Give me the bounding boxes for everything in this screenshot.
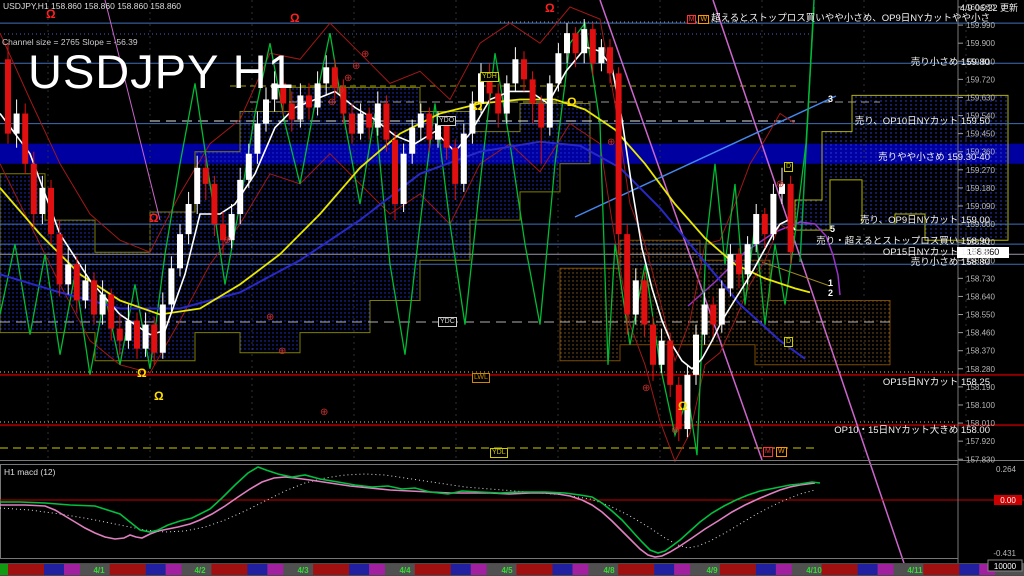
count-label-5: 5 [830, 225, 835, 234]
order-flow-annotation: 売りやや小さめ 159.30-40 [878, 149, 990, 163]
signal-circle-marker: ⊕ [266, 313, 274, 323]
price-label-box-ydc: YDC [438, 317, 457, 327]
count-label-3: 3 [828, 95, 833, 104]
signal-circle-marker: ⊕ [336, 86, 344, 96]
symbol-watermark: USDJPY H1 [28, 44, 295, 99]
omega-marker-yellow: Ω [678, 400, 688, 412]
chart-overlays: USDJPY,H1 158.860 158.860 158.860 158.86… [0, 0, 1024, 576]
signal-circle-marker: ⊕ [776, 180, 784, 190]
omega-marker-yellow: Ω [567, 96, 577, 108]
price-label-box-d: D [784, 337, 793, 347]
signal-circle-marker: ⊕ [642, 384, 650, 394]
price-label-box-w: W [776, 447, 787, 457]
signal-circle-marker: ⊕ [278, 347, 286, 357]
omega-marker-red: Ω [46, 8, 56, 20]
order-flow-annotation: 売り小さめ 159.80 [911, 54, 990, 68]
price-label-box-ydh: YDH [480, 72, 499, 82]
macd-indicator-label: H1 macd (12) [4, 467, 56, 477]
order-flow-annotation: 売り、OP9日NYカット 159.00 [860, 212, 990, 226]
omega-marker-red: Ω [290, 12, 300, 24]
symbol-ohlc-readout: USDJPY,H1 158.860 158.860 158.860 158.86… [3, 1, 181, 11]
count-label-2: 2 [828, 289, 833, 298]
price-label-box-d: D [784, 162, 793, 172]
omega-marker-yellow: Ω [137, 367, 147, 379]
pivot-period-badge: M [687, 15, 697, 24]
order-flow-annotation: OP15日NYカット 158.25 [883, 374, 990, 388]
count-label-1: 1 [828, 279, 833, 288]
price-label-box-ydl: YDL [490, 448, 508, 458]
signal-circle-marker: ⊕ [344, 74, 352, 84]
order-flow-annotation: OP10・15日NYカット大きめ 158.00 [834, 422, 990, 436]
signal-circle-marker: ⊕ [361, 50, 369, 60]
order-flow-annotation: MW超えるとストップロス買いやや小さめ、OP9日NYカットやや小さ [687, 10, 990, 24]
price-label-box-ydo: YDO [437, 116, 456, 126]
omega-marker-red: Ω [149, 212, 159, 224]
signal-circle-marker: ⊕ [607, 138, 615, 148]
omega-marker-yellow: Ω [154, 390, 164, 402]
pivot-period-badge: W [698, 15, 709, 24]
signal-circle-marker: ⊕ [223, 236, 231, 246]
omega-marker-red: Ω [545, 2, 555, 14]
order-flow-annotation: 売り、OP10日NYカット 159.50 [855, 113, 990, 127]
signal-circle-marker: ⊕ [320, 408, 328, 418]
price-label-box-m: M [763, 447, 773, 457]
omega-marker-yellow: Ω [473, 100, 483, 112]
order-flow-annotation: 売り小さめ 158.80 [911, 254, 990, 268]
signal-circle-marker: ⊕ [352, 62, 360, 72]
signal-circle-marker: ⊕ [328, 98, 336, 108]
price-label-box-lwl: LWL [472, 373, 490, 383]
signal-circle-marker: ⊕ [671, 426, 679, 436]
trading-chart-window: 160.080159.990159.900159.810159.720159.6… [0, 0, 1024, 576]
